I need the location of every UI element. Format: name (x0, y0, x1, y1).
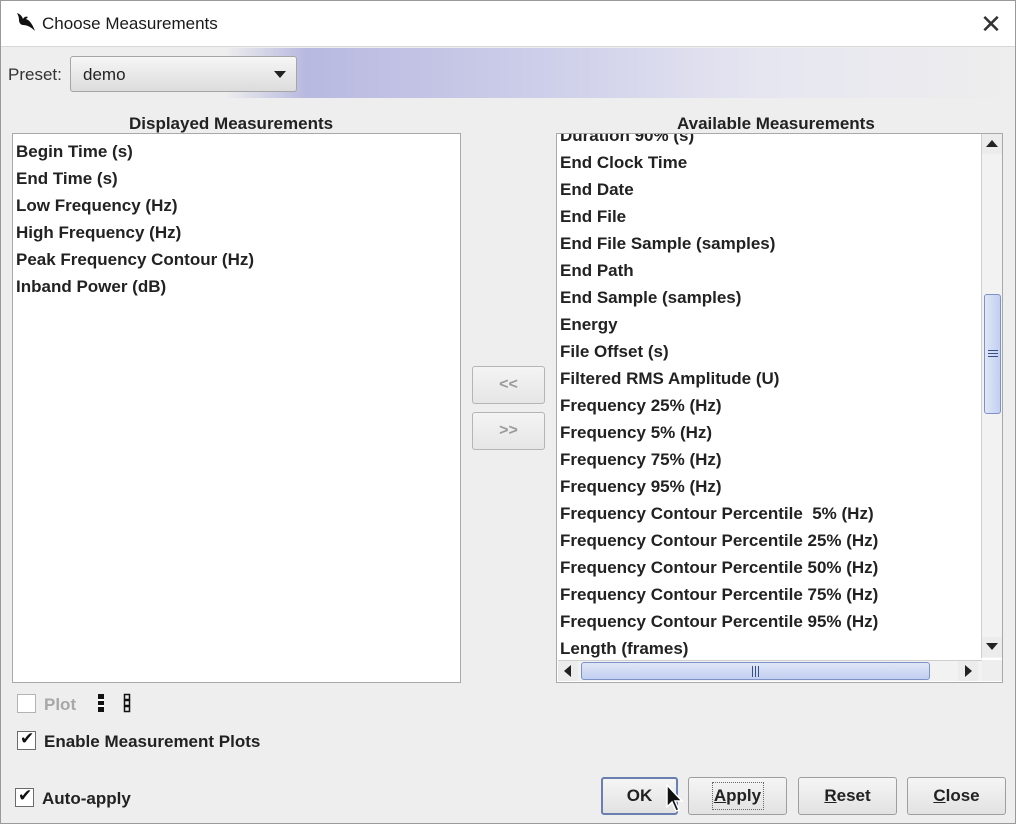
list-item[interactable]: End Sample (samples) (560, 288, 741, 308)
auto-apply-label: Auto-apply (42, 789, 131, 808)
list-item[interactable]: Frequency Contour Percentile 25% (Hz) (560, 531, 878, 551)
scroll-right-button[interactable] (958, 661, 978, 681)
apply-button[interactable]: Apply (688, 777, 787, 815)
checkmark-icon: ✔ (20, 729, 35, 749)
window-title: Choose Measurements (42, 14, 218, 33)
close-label-rest: lose (945, 786, 980, 805)
close-button[interactable]: Close (907, 777, 1006, 815)
preset-label: Preset: (8, 65, 62, 84)
preset-dropdown[interactable]: demo (70, 56, 297, 92)
list-item[interactable]: Frequency Contour Percentile 50% (Hz) (560, 558, 878, 578)
list-item[interactable]: Frequency 95% (Hz) (560, 477, 722, 497)
scrollbar-corner (982, 660, 1002, 681)
mouse-pointer-icon (666, 783, 684, 812)
move-to-available-button[interactable]: >> (472, 412, 545, 450)
enable-measurement-plots-label: Enable Measurement Plots (44, 732, 261, 751)
available-measurements-header: Available Measurements (677, 114, 875, 133)
list-item[interactable]: Peak Frequency Contour (Hz) (16, 250, 254, 270)
grip-line (752, 666, 753, 677)
bird-app-icon (17, 13, 35, 31)
list-item[interactable]: Frequency Contour Percentile 75% (Hz) (560, 585, 878, 605)
choose-measurements-dialog: Choose Measurements ✕ Preset: demo Displ… (0, 0, 1016, 824)
list-item[interactable]: End Time (s) (16, 169, 118, 189)
list-item[interactable]: Frequency Contour Percentile 5% (Hz) (560, 504, 874, 524)
arrow-left-icon (564, 665, 571, 677)
list-item[interactable]: Low Frequency (Hz) (16, 196, 178, 216)
plot-style-filled-icon[interactable] (96, 693, 106, 713)
list-item[interactable]: Frequency Contour Percentile 95% (Hz) (560, 612, 878, 632)
horizontal-scrollbar[interactable] (558, 660, 982, 681)
title-bar: Choose Measurements ✕ (1, 1, 1015, 47)
plot-label: Plot (44, 695, 77, 714)
list-item[interactable]: Energy (560, 315, 618, 335)
list-item[interactable]: Inband Power (dB) (16, 277, 166, 297)
grip-line (755, 666, 756, 677)
scroll-down-button[interactable] (982, 637, 1002, 657)
close-window-icon[interactable]: ✕ (975, 9, 1007, 39)
plot-checkbox[interactable] (17, 694, 36, 713)
list-item-partial[interactable]: Duration 90% (s) (560, 134, 694, 146)
list-item[interactable]: Frequency 5% (Hz) (560, 423, 712, 443)
arrow-up-icon (986, 140, 998, 147)
grip-line (988, 356, 998, 357)
list-item[interactable]: End File (560, 207, 626, 227)
auto-apply-checkbox[interactable]: ✔ (15, 786, 34, 807)
arrow-down-icon (986, 643, 998, 650)
reset-mnemonic: R (824, 786, 837, 805)
reset-button[interactable]: Reset (798, 777, 897, 815)
list-item[interactable]: Filtered RMS Amplitude (U) (560, 369, 779, 389)
list-item[interactable]: File Offset (s) (560, 342, 669, 362)
list-item[interactable]: Length (frames) (560, 639, 688, 659)
enable-measurement-plots-checkbox[interactable]: ✔ (17, 729, 36, 750)
checkmark-icon: ✔ (18, 786, 33, 806)
list-item[interactable]: Frequency 25% (Hz) (560, 396, 722, 416)
arrow-right-icon (965, 665, 972, 677)
vertical-scroll-thumb[interactable] (984, 294, 1001, 414)
reset-label-rest: eset (836, 786, 871, 805)
vertical-scrollbar[interactable] (981, 134, 1002, 658)
list-item[interactable]: End Path (560, 261, 634, 281)
list-item[interactable]: High Frequency (Hz) (16, 223, 181, 243)
displayed-measurements-header: Displayed Measurements (129, 114, 334, 133)
list-item[interactable]: End Clock Time (560, 153, 687, 173)
scroll-up-button[interactable] (982, 134, 1002, 154)
focus-ring (712, 782, 764, 810)
close-mnemonic: C (933, 786, 946, 805)
list-item[interactable]: End Date (560, 180, 634, 200)
list-item[interactable]: Begin Time (s) (16, 142, 133, 162)
grip-line (988, 353, 998, 354)
list-item[interactable]: End File Sample (samples) (560, 234, 775, 254)
move-to-displayed-button[interactable]: << (472, 366, 545, 404)
preset-selected-value: demo (83, 65, 126, 84)
list-item[interactable]: Frequency 75% (Hz) (560, 450, 722, 470)
preset-bar: Preset: demo (2, 48, 1015, 98)
grip-line (988, 350, 998, 351)
scroll-left-button[interactable] (558, 661, 578, 681)
available-measurements-list[interactable]: Duration 90% (s) End Clock Time End Date… (556, 133, 1003, 683)
displayed-measurements-list[interactable]: Begin Time (s) End Time (s) Low Frequenc… (12, 133, 461, 683)
chevron-down-icon (274, 71, 286, 78)
horizontal-scroll-thumb[interactable] (581, 662, 930, 680)
plot-style-outline-icon[interactable] (122, 693, 132, 713)
grip-line (758, 666, 759, 677)
